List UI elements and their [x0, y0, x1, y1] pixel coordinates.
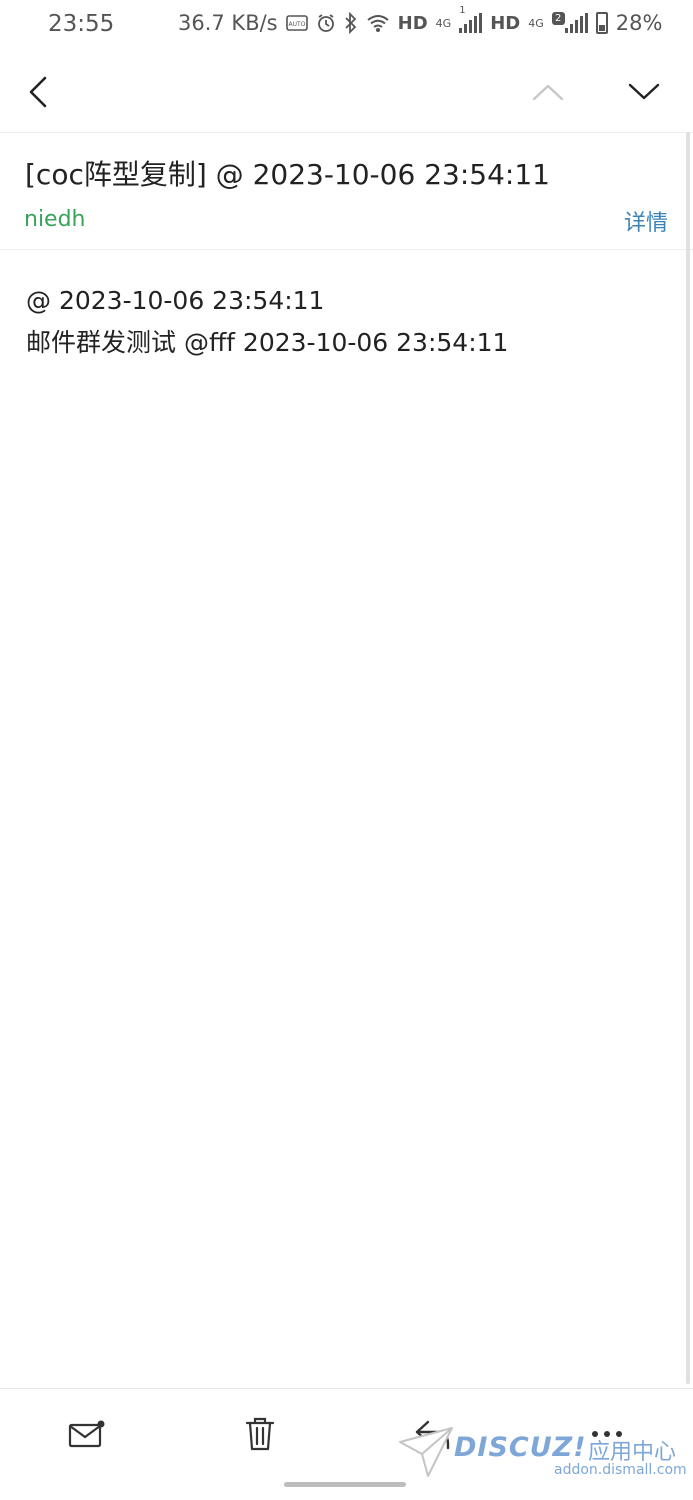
status-bar: 23:55 36.7 KB/s AUTO HD 4G 1 HD 4G 2 28% [0, 0, 693, 50]
svg-text:AUTO: AUTO [288, 21, 305, 28]
hd-indicator-2: HD [490, 12, 521, 34]
hd-indicator-1: HD [397, 12, 428, 34]
body-line: 邮件群发测试 @fff 2023-10-06 23:54:11 [26, 328, 509, 357]
delete-button[interactable] [235, 1409, 285, 1459]
email-body: @ 2023-10-06 23:54:11 邮件群发测试 @fff 2023-1… [26, 280, 508, 364]
signal-bars-1-icon [459, 13, 483, 33]
status-time: 23:55 [48, 11, 115, 37]
chevron-down-icon [628, 83, 660, 100]
signal-bars-2-icon [564, 13, 588, 33]
signal-1: 1 [459, 5, 483, 33]
status-icons: 36.7 KB/s AUTO HD 4G 1 HD 4G 2 28% [178, 5, 663, 35]
details-link[interactable]: 详情 [624, 205, 668, 237]
home-indicator[interactable] [284, 1482, 406, 1487]
wifi-icon [366, 11, 390, 35]
email-header: [coc阵型复制] @ 2023-10-06 23:54:11 niedh 详情 [0, 132, 693, 250]
next-email-button[interactable] [620, 68, 668, 116]
mail-unread-icon [68, 1420, 105, 1448]
top-toolbar [0, 50, 693, 132]
network-type-2: 4G [528, 16, 544, 30]
body-line: @ 2023-10-06 23:54:11 [26, 286, 325, 315]
chevron-up-icon [532, 84, 564, 101]
auto-hz-icon: AUTO [285, 11, 308, 35]
mark-unread-button[interactable] [62, 1409, 112, 1459]
network-type-1: 4G [435, 16, 452, 30]
watermark-arrow-icon [399, 1427, 453, 1477]
sim2-badge: 2 [551, 12, 565, 25]
battery-icon [595, 12, 608, 34]
trash-icon [245, 1417, 275, 1451]
email-subject: [coc阵型复制] @ 2023-10-06 23:54:11 [25, 158, 550, 191]
watermark: DISCUZ! 应用中心 addon.dismall.com [398, 1410, 688, 1486]
bluetooth-icon [344, 11, 358, 35]
net-speed: 36.7 KB/s [178, 11, 278, 35]
back-button[interactable] [14, 68, 62, 116]
signal-2: 2 [551, 12, 588, 33]
back-arrow-icon [29, 76, 47, 108]
watermark-url: addon.dismall.com [554, 1462, 687, 1478]
scrollbar[interactable] [686, 132, 690, 1384]
previous-email-button[interactable] [524, 68, 572, 116]
sim1-label: 1 [459, 5, 466, 16]
alarm-icon [316, 11, 336, 35]
battery-level: 28% [615, 11, 663, 35]
watermark-logo: DISCUZ! [454, 1432, 587, 1463]
email-sender[interactable]: niedh [24, 207, 86, 232]
